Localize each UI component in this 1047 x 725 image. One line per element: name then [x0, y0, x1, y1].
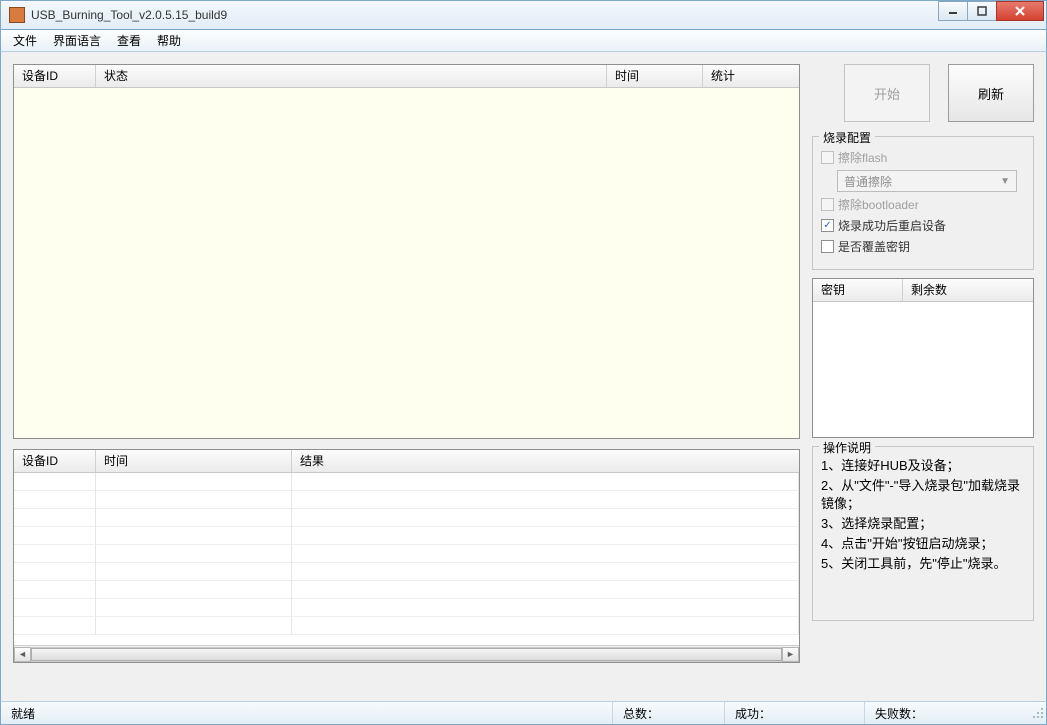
device-table-body — [14, 88, 799, 438]
menubar: 文件 界面语言 查看 帮助 — [0, 30, 1047, 52]
result-table-body — [14, 473, 799, 645]
client-area: 设备ID 状态 时间 统计 设备ID 时间 结果 — [0, 52, 1047, 701]
chevron-right-icon: ► — [786, 649, 795, 659]
app-icon — [9, 7, 25, 23]
device-table[interactable]: 设备ID 状态 时间 统计 — [13, 64, 800, 439]
col-remaining[interactable]: 剩余数 — [903, 279, 1033, 301]
device-table-header: 设备ID 状态 时间 统计 — [14, 65, 799, 88]
right-column: 开始 刷新 烧录配置 擦除flash 普通擦除 ▼ 擦除bootloader 烧… — [812, 64, 1034, 689]
status-ready: 就绪 — [1, 702, 613, 724]
scroll-right-button[interactable]: ► — [782, 647, 799, 662]
table-row — [14, 491, 799, 509]
erase-flash-checkbox[interactable] — [821, 151, 834, 164]
refresh-button[interactable]: 刷新 — [948, 64, 1034, 122]
result-table[interactable]: 设备ID 时间 结果 ◄ ► — [13, 449, 800, 663]
burn-config-title: 烧录配置 — [819, 129, 875, 146]
reboot-label: 烧录成功后重启设备 — [838, 217, 946, 234]
key-table-header: 密钥 剩余数 — [813, 279, 1033, 302]
horizontal-scrollbar[interactable]: ◄ ► — [14, 645, 799, 662]
col-time-2[interactable]: 时间 — [96, 450, 292, 472]
statusbar: 就绪 总数： 成功： 失败数： — [0, 701, 1047, 725]
minimize-icon — [948, 6, 958, 16]
col-time[interactable]: 时间 — [607, 65, 703, 87]
erase-bootloader-row: 擦除bootloader — [821, 196, 1025, 213]
chevron-down-icon: ▼ — [1000, 176, 1010, 187]
scroll-left-button[interactable]: ◄ — [14, 647, 31, 662]
reboot-checkbox[interactable] — [821, 219, 834, 232]
col-key[interactable]: 密钥 — [813, 279, 903, 301]
left-column: 设备ID 状态 时间 统计 设备ID 时间 结果 — [13, 64, 800, 689]
burn-config-group: 烧录配置 擦除flash 普通擦除 ▼ 擦除bootloader 烧录成功后重启… — [812, 136, 1034, 270]
col-stats[interactable]: 统计 — [703, 65, 799, 87]
instruction-line: 2、从"文件"-"导入烧录包"加载烧录镜像； — [821, 477, 1025, 513]
table-row — [14, 509, 799, 527]
minimize-button[interactable] — [938, 1, 968, 21]
instruction-line: 5、关闭工具前，先"停止"烧录。 — [821, 555, 1025, 573]
col-result[interactable]: 结果 — [292, 450, 799, 472]
titlebar: USB_Burning_Tool_v2.0.5.15_build9 — [0, 0, 1047, 30]
resize-grip-icon — [1032, 707, 1044, 719]
close-icon — [1014, 6, 1026, 16]
table-row — [14, 545, 799, 563]
status-total: 总数： — [613, 702, 725, 724]
table-row — [14, 617, 799, 635]
window-title: USB_Burning_Tool_v2.0.5.15_build9 — [31, 8, 939, 22]
col-device-id-2[interactable]: 设备ID — [14, 450, 96, 472]
menu-language[interactable]: 界面语言 — [45, 29, 109, 52]
erase-flash-label: 擦除flash — [838, 149, 887, 166]
instruction-line: 4、点击"开始"按钮启动烧录； — [821, 535, 1025, 553]
status-success: 成功： — [725, 702, 865, 724]
key-table[interactable]: 密钥 剩余数 — [812, 278, 1034, 438]
table-row — [14, 599, 799, 617]
instruction-line: 3、选择烧录配置； — [821, 515, 1025, 533]
maximize-button[interactable] — [967, 1, 997, 21]
instructions-group: 操作说明 1、连接好HUB及设备； 2、从"文件"-"导入烧录包"加载烧录镜像；… — [812, 446, 1034, 621]
col-device-id[interactable]: 设备ID — [14, 65, 96, 87]
menu-view[interactable]: 查看 — [109, 29, 149, 52]
table-row — [14, 473, 799, 491]
status-failed: 失败数： — [865, 702, 1030, 724]
maximize-icon — [977, 6, 987, 16]
start-button[interactable]: 开始 — [844, 64, 930, 122]
scroll-track[interactable] — [31, 647, 782, 662]
instructions-title: 操作说明 — [819, 439, 875, 456]
instruction-line: 1、连接好HUB及设备； — [821, 457, 1025, 475]
overwrite-key-checkbox[interactable] — [821, 240, 834, 253]
table-row — [14, 581, 799, 599]
erase-bootloader-checkbox[interactable] — [821, 198, 834, 211]
resize-grip[interactable] — [1030, 705, 1046, 721]
close-button[interactable] — [996, 1, 1044, 21]
erase-mode-value: 普通擦除 — [844, 173, 892, 190]
table-row — [14, 527, 799, 545]
result-table-header: 设备ID 时间 结果 — [14, 450, 799, 473]
erase-flash-row: 擦除flash — [821, 149, 1025, 166]
action-buttons: 开始 刷新 — [812, 64, 1034, 122]
overwrite-key-label: 是否覆盖密钥 — [838, 238, 910, 255]
chevron-left-icon: ◄ — [18, 649, 27, 659]
erase-bootloader-label: 擦除bootloader — [838, 196, 919, 213]
table-row — [14, 563, 799, 581]
menu-file[interactable]: 文件 — [5, 29, 45, 52]
scroll-thumb[interactable] — [31, 648, 782, 661]
erase-mode-select[interactable]: 普通擦除 ▼ — [837, 170, 1017, 192]
reboot-row: 烧录成功后重启设备 — [821, 217, 1025, 234]
menu-help[interactable]: 帮助 — [149, 29, 189, 52]
window-controls — [939, 1, 1044, 22]
col-status[interactable]: 状态 — [96, 65, 607, 87]
overwrite-key-row: 是否覆盖密钥 — [821, 238, 1025, 255]
